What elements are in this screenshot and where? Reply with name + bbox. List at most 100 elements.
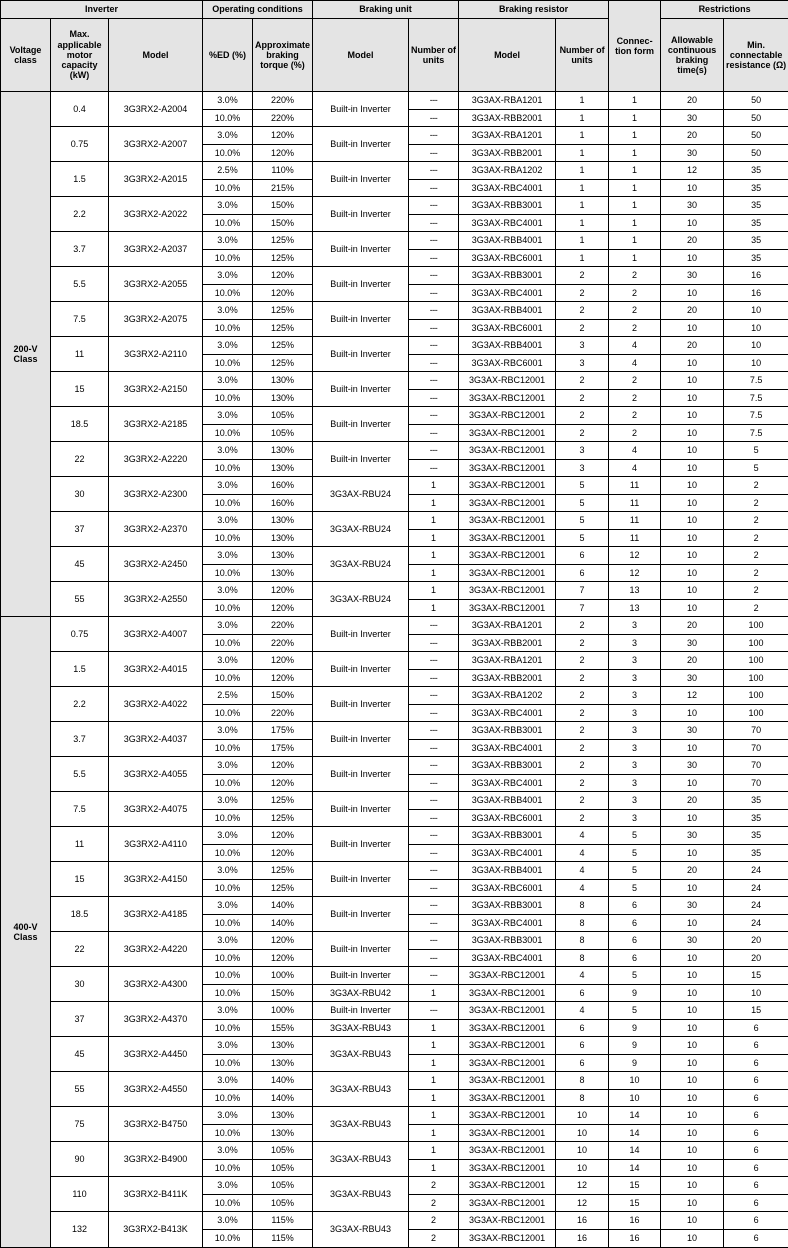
allowable-braking-time-cell: 20 — [660, 301, 725, 320]
min-connectable-resistance-cell: 70 — [723, 738, 788, 757]
braking-unit-model-cell: 3G3AX-RBU24 — [312, 476, 410, 512]
table-row: 132 3G3RX2-B413K 3.0% 115% 3G3AX-RBU43 2 3G3AX… — [1, 1211, 788, 1248]
connection-form-cell: 3 — [608, 703, 662, 722]
min-connectable-resistance-cell: 6 — [723, 1158, 788, 1177]
braking-torque-cell: 120% — [252, 826, 314, 845]
braking-unit-units-cell: 2 — [408, 1228, 460, 1248]
braking-unit-model-cell: 3G3AX-RBU43 — [312, 1211, 410, 1248]
braking-torque-cell: 105% — [252, 1158, 314, 1177]
braking-resistor-model-cell: 3G3AX-RBC12001 — [458, 406, 557, 425]
braking-unit-units-cell: 1 — [408, 546, 460, 565]
table-row: 1.5 3G3RX2-A4015 3.0% 120% Built-in Inverter… — [1, 651, 788, 687]
min-connectable-resistance-cell: 20 — [723, 931, 788, 950]
braking-unit-model-cell: Built-in Inverter — [312, 126, 410, 162]
motor-capacity-cell: 11 — [50, 826, 109, 862]
min-connectable-resistance-cell: 6 — [723, 1053, 788, 1072]
allowable-braking-time-cell: 10 — [660, 1123, 725, 1142]
braking-resistor-units-cell: 1 — [555, 196, 610, 215]
braking-resistor-model-cell: 3G3AX-RBC12001 — [458, 1123, 557, 1142]
braking-torque-cell: 130% — [252, 371, 314, 390]
braking-resistor-model-cell: 3G3AX-RBC6001 — [458, 318, 557, 337]
braking-resistor-units-cell: 6 — [555, 1053, 610, 1072]
column-header-connection-form: Connec- tion form — [608, 0, 662, 92]
braking-unit-units-cell: 1 — [408, 1088, 460, 1107]
min-connectable-resistance-cell: 6 — [723, 1211, 788, 1230]
percent-ed-cell: 10.0% — [202, 913, 254, 932]
braking-unit-units-cell: --- — [408, 651, 460, 670]
connection-form-cell: 1 — [608, 161, 662, 180]
braking-resistor-units-cell: 10 — [555, 1123, 610, 1142]
braking-unit-model-cell: 3G3AX-RBU43 — [312, 1176, 410, 1212]
motor-capacity-cell: 5.5 — [50, 266, 109, 302]
braking-resistor-model-cell: 3G3AX-RBC6001 — [458, 808, 557, 827]
braking-unit-model-cell: 3G3AX-RBU24 — [312, 511, 410, 547]
table-header: Inverter Operating conditions Braking un… — [0, 0, 788, 92]
braking-resistor-units-cell: 2 — [555, 651, 610, 670]
braking-resistor-units-cell: 1 — [555, 108, 610, 127]
braking-unit-units-cell: --- — [408, 668, 460, 687]
braking-resistor-units-cell: 16 — [555, 1211, 610, 1230]
braking-resistor-units-cell: 2 — [555, 686, 610, 705]
inverter-model-cell: 3G3RX2-A4550 — [107, 1071, 204, 1107]
braking-unit-units-cell: --- — [408, 143, 460, 162]
connection-form-cell: 16 — [608, 1228, 662, 1248]
percent-ed-cell: 10.0% — [202, 283, 254, 302]
braking-unit-model-cell: Built-in Inverter — [312, 1001, 410, 1020]
percent-ed-cell: 10.0% — [202, 703, 254, 722]
braking-resistor-units-cell: 2 — [555, 808, 610, 827]
braking-torque-cell: 125% — [252, 791, 314, 810]
group-header-braking-resistor: Braking resistor — [458, 0, 610, 19]
braking-unit-units-cell: --- — [408, 773, 460, 792]
braking-resistor-model-cell: 3G3AX-RBC12001 — [458, 598, 557, 617]
braking-torque-cell: 220% — [252, 91, 314, 110]
min-connectable-resistance-cell: 24 — [723, 896, 788, 915]
braking-resistor-spec-table: Inverter Operating conditions Braking un… — [0, 0, 788, 1248]
braking-unit-model-cell: Built-in Inverter — [312, 441, 410, 477]
braking-resistor-model-cell: 3G3AX-RBC12001 — [458, 1001, 557, 1020]
min-connectable-resistance-cell: 100 — [723, 668, 788, 687]
braking-torque-cell: 115% — [252, 1228, 314, 1248]
allowable-braking-time-cell: 30 — [660, 826, 725, 845]
percent-ed-cell: 10.0% — [202, 1053, 254, 1072]
braking-unit-model-cell: Built-in Inverter — [312, 91, 410, 127]
braking-resistor-model-cell: 3G3AX-RBB2001 — [458, 633, 557, 652]
connection-form-cell: 5 — [608, 861, 662, 880]
min-connectable-resistance-cell: 35 — [723, 248, 788, 267]
braking-unit-model-cell: 3G3AX-RBU42 — [312, 983, 410, 1002]
braking-unit-units-cell: 1 — [408, 1106, 460, 1125]
percent-ed-cell: 3.0% — [202, 336, 254, 355]
braking-unit-units-cell: --- — [408, 353, 460, 372]
connection-form-cell: 3 — [608, 721, 662, 740]
motor-capacity-cell: 15 — [50, 371, 109, 407]
braking-resistor-units-cell: 5 — [555, 493, 610, 512]
braking-unit-units-cell: --- — [408, 896, 460, 915]
braking-unit-model-cell: Built-in Inverter — [312, 651, 410, 687]
braking-torque-cell: 150% — [252, 213, 314, 232]
allowable-braking-time-cell: 10 — [660, 1036, 725, 1055]
braking-resistor-model-cell: 3G3AX-RBA1201 — [458, 91, 557, 110]
braking-resistor-units-cell: 1 — [555, 248, 610, 267]
braking-resistor-units-cell: 8 — [555, 913, 610, 932]
braking-resistor-units-cell: 8 — [555, 896, 610, 915]
percent-ed-cell: 10.0% — [202, 966, 254, 985]
connection-form-cell: 15 — [608, 1176, 662, 1195]
min-connectable-resistance-cell: 6 — [723, 1141, 788, 1160]
min-connectable-resistance-cell: 24 — [723, 861, 788, 880]
table-row: 37 3G3RX2-A4370 3.0% 100% Built-in Inverter -… — [1, 1001, 788, 1037]
braking-unit-units-cell: 1 — [408, 511, 460, 530]
allowable-braking-time-cell: 10 — [660, 1193, 725, 1212]
allowable-braking-time-cell: 10 — [660, 1158, 725, 1177]
braking-resistor-units-cell: 2 — [555, 371, 610, 390]
connection-form-cell: 9 — [608, 1036, 662, 1055]
braking-resistor-units-cell: 5 — [555, 476, 610, 495]
percent-ed-cell: 10.0% — [202, 1018, 254, 1037]
min-connectable-resistance-cell: 7.5 — [723, 423, 788, 442]
braking-torque-cell: 105% — [252, 406, 314, 425]
allowable-braking-time-cell: 10 — [660, 248, 725, 267]
min-connectable-resistance-cell: 2 — [723, 563, 788, 582]
braking-resistor-units-cell: 7 — [555, 581, 610, 600]
motor-capacity-cell: 2.2 — [50, 686, 109, 722]
percent-ed-cell: 10.0% — [202, 843, 254, 862]
braking-unit-model-cell: 3G3AX-RBU24 — [312, 546, 410, 582]
braking-unit-units-cell: 1 — [408, 1141, 460, 1160]
